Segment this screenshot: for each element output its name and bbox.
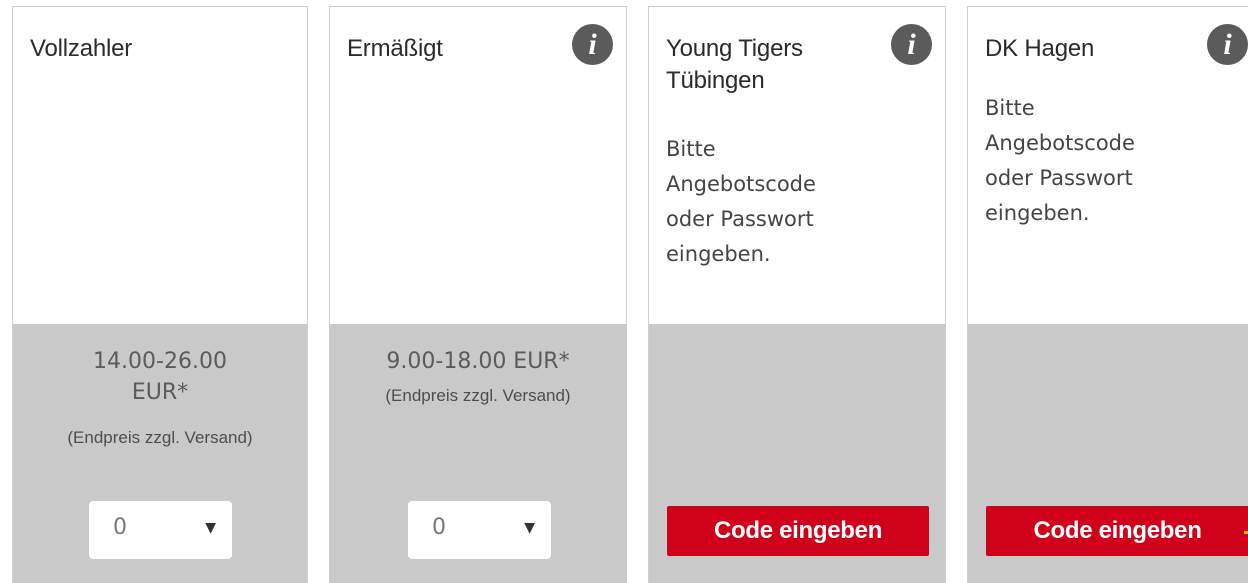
card-code-area: Code eingeben bbox=[968, 324, 1248, 583]
price-note: (Endpreis zzgl. Versand) bbox=[385, 386, 571, 405]
ticket-card-dk-hagen: DK Hagen i Bitte Angebotscode oder Passw… bbox=[967, 6, 1248, 583]
card-title: Young Tigers Tübingen bbox=[666, 35, 803, 94]
code-hint: Bitte Angebotscode oder Passwort eingebe… bbox=[666, 137, 816, 266]
price-range: 9.00-18.00 EUR* bbox=[386, 349, 570, 374]
info-icon[interactable]: i bbox=[891, 24, 932, 65]
ticket-card-vollzahler: Vollzahler 14.00-26.00 EUR* (Endpreis zz… bbox=[12, 6, 308, 583]
info-icon[interactable]: i bbox=[1207, 24, 1248, 65]
code-hint: Bitte Angebotscode oder Passwort eingebe… bbox=[985, 96, 1135, 225]
card-code-area: Code eingeben bbox=[649, 324, 945, 583]
card-header-area: Young Tigers Tübingen i Bitte Angebotsco… bbox=[649, 7, 945, 324]
price-range: 14.00-26.00 EUR* bbox=[93, 349, 227, 405]
price-note: (Endpreis zzgl. Versand) bbox=[67, 428, 253, 447]
ticket-card-ermaessigt: Ermäßigt i 9.00-18.00 EUR* (Endpreis zzg… bbox=[329, 6, 627, 583]
card-title: Vollzahler bbox=[30, 35, 133, 62]
quantity-select[interactable]: 0 ▼ bbox=[89, 501, 232, 559]
enter-code-button[interactable]: Code eingeben bbox=[986, 506, 1248, 556]
card-title: DK Hagen bbox=[985, 35, 1095, 62]
chevron-down-icon: ▼ bbox=[524, 520, 535, 536]
quantity-select[interactable]: 0 ▼ bbox=[408, 501, 551, 559]
info-icon[interactable]: i bbox=[572, 24, 613, 65]
edge-marker bbox=[1244, 531, 1248, 534]
card-header-area: Vollzahler bbox=[13, 7, 307, 324]
chevron-down-icon: ▼ bbox=[205, 520, 216, 536]
ticket-category-row: Vollzahler 14.00-26.00 EUR* (Endpreis zz… bbox=[0, 0, 1248, 583]
card-price-area: 14.00-26.00 EUR* (Endpreis zzgl. Versand… bbox=[13, 324, 307, 583]
card-header-area: DK Hagen i Bitte Angebotscode oder Passw… bbox=[968, 7, 1248, 324]
card-header-area: Ermäßigt i bbox=[330, 7, 626, 324]
quantity-value: 0 bbox=[113, 515, 127, 540]
quantity-value: 0 bbox=[432, 515, 446, 540]
card-title: Ermäßigt bbox=[347, 35, 443, 62]
enter-code-button[interactable]: Code eingeben bbox=[667, 506, 929, 556]
ticket-card-young-tigers: Young Tigers Tübingen i Bitte Angebotsco… bbox=[648, 6, 946, 583]
card-price-area: 9.00-18.00 EUR* (Endpreis zzgl. Versand)… bbox=[330, 324, 626, 583]
